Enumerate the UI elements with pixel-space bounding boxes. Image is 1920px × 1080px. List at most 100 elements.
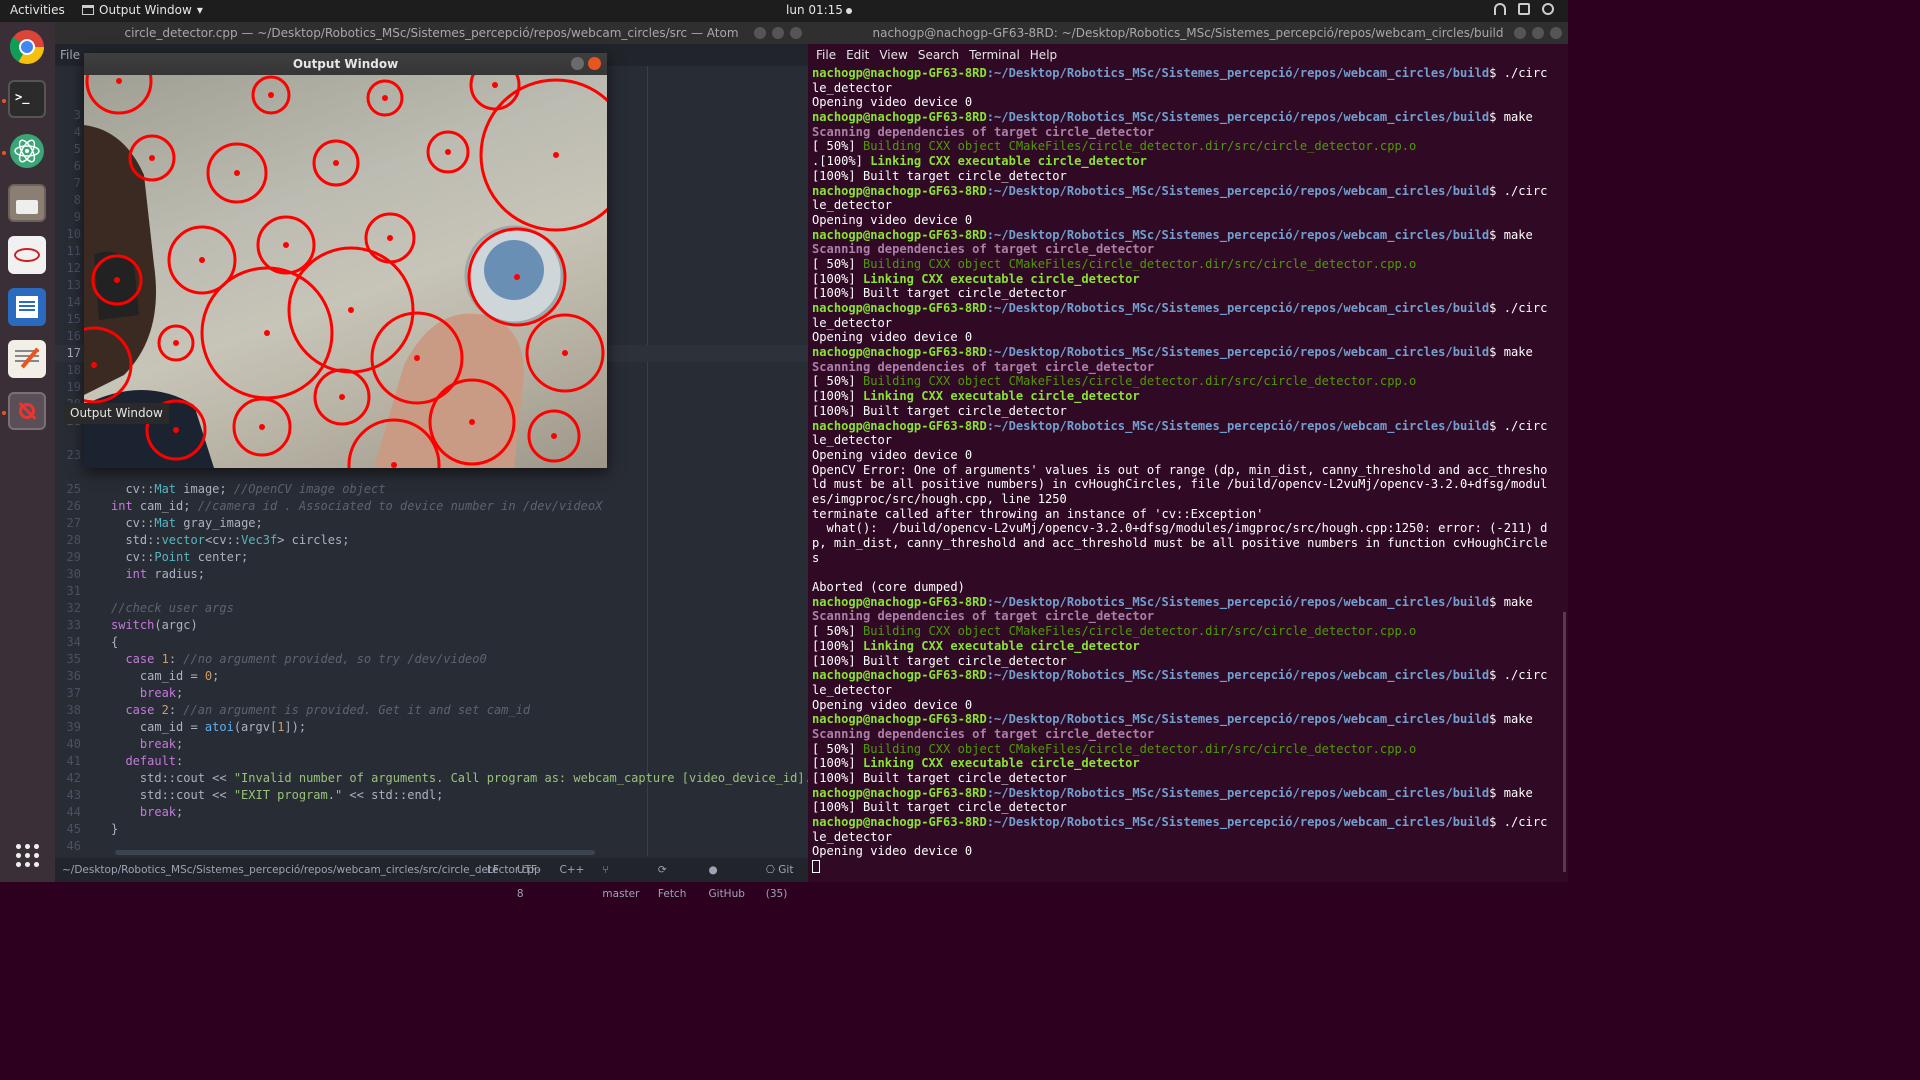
terminal-line: [100%] Built target circle_detector [812,771,1067,785]
terminal-line: nachogp@nachogp-GF63-8RD:~/Desktop/Robot… [812,345,1533,360]
code-line: 43 std::cout << "EXIT program." << std::… [66,788,444,802]
terminal-line: what(): /build/opencv-L2vuMj/opencv-3.2.… [812,521,1548,536]
branch-label: master [602,888,640,900]
terminal-line: es/imgproc/src/hough.cpp, line 1250 [812,491,1067,506]
terminal-line: Opening video device 0 [812,95,973,110]
code-line: 31 [66,584,81,598]
minimize-button[interactable] [1514,27,1526,39]
activities-button[interactable]: Activities [10,3,65,17]
code-line: 30 int radius; [66,567,205,581]
terminal-line: nachogp@nachogp-GF63-8RD:~/Desktop/Robot… [812,66,1548,80]
terminal-line: [100%] Linking CXX executable circle_det… [812,638,1140,653]
code-line: 26 int cam_id; //camera id . Associated t… [66,499,603,513]
terminal-line: [100%] Linking CXX executable circle_det… [812,389,1140,404]
code-line: 44 break; [66,805,184,819]
minimize-button[interactable] [754,27,766,39]
code-line: 37 break; [66,686,184,700]
terminal-line: Scanning dependencies of target circle_d… [812,726,1155,741]
terminal-line: terminate called after throwing an insta… [812,506,1264,521]
code-line: 28 std::vector<cv::Vec3f> circles; [66,533,350,547]
close-button[interactable] [588,57,601,70]
code-line: 35 case 1: //no argument provided, so tr… [66,652,487,666]
files-icon[interactable] [8,184,46,222]
terminal-title: nachogp@nachogp-GF63-8RD: ~/Desktop/Robo… [872,26,1504,40]
code-line: 33 switch(argc) [66,618,198,632]
clock[interactable]: lun 01:15 [786,3,852,17]
code-line: 29 cv::Point center; [66,550,249,564]
terminal-line: nachogp@nachogp-GF63-8RD:~/Desktop/Robot… [812,418,1548,433]
show-applications-icon[interactable] [14,842,40,868]
running-indicator [2,99,6,103]
fetch-label: Fetch [657,888,687,900]
github-button[interactable]: ● GitHub [709,858,748,906]
terminal-line: [100%] Built target circle_detector [812,403,1067,418]
terminal-line: Opening video device 0 [812,330,973,345]
running-indicator [2,411,6,415]
code-line: 39 cam_id = atoi(argv[1]); [66,720,307,734]
writer-icon[interactable] [8,288,46,326]
terminal-line: nachogp@nachogp-GF63-8RD:~/Desktop/Robot… [812,110,1533,125]
terminal-line: [100%] Linking CXX executable circle_det… [812,271,1140,286]
git-button[interactable]: ⎔ Git (35) [766,858,808,906]
window-controls [1514,27,1562,39]
terminal-line: nachogp@nachogp-GF63-8RD:~/Desktop/Robot… [812,183,1548,198]
line-ending-selector[interactable]: LF [487,858,499,906]
sync-icon: ⟳ [657,864,667,876]
grammar-selector[interactable]: C++ [559,858,584,906]
dock-tooltip: Output Window [64,403,169,424]
file-path[interactable]: ~/Desktop/Robotics_MSc/Sistemes_percepci… [62,858,541,882]
terminal-line: Opening video device 0 [812,697,973,712]
window-icon [82,5,94,15]
close-button[interactable] [790,27,802,39]
menu-edit[interactable]: Edit [846,44,869,66]
terminal-line: OpenCV Error: One of arguments' values i… [812,462,1548,477]
minimize-button[interactable] [571,57,584,70]
menu-help[interactable]: Help [1030,44,1057,66]
fetch-button[interactable]: ⟳ Fetch [658,858,691,906]
terminal-line: Scanning dependencies of target circle_d… [812,242,1155,257]
git-branch[interactable]: ⑂ master [602,858,639,906]
chrome-icon[interactable] [8,28,46,66]
terminal-titlebar[interactable]: nachogp@nachogp-GF63-8RD: ~/Desktop/Robo… [808,22,1568,44]
code-line: 25 cv::Mat image; //OpenCV image object [66,482,386,496]
lens-reflection [484,240,544,300]
app-menu[interactable]: Output Window ▾ [82,3,203,17]
terminal-line: [ 50%] Building CXX object CMakeFiles/ci… [812,741,1417,756]
maximize-button[interactable] [1532,27,1544,39]
menu-search[interactable]: Search [918,44,959,66]
evince-icon[interactable] [8,236,46,274]
terminal-icon[interactable]: >_ [8,80,46,118]
branch-icon: ⑂ [602,864,609,876]
window-controls [754,27,802,39]
code-line: 40 break; [66,737,184,751]
git-icon: ⎔ [765,864,779,876]
code-line: 38 case 2: //an argument is provided. Ge… [66,703,531,717]
horizontal-scrollbar[interactable] [115,850,595,855]
text-editor-icon[interactable] [8,340,46,378]
app-menu-label: Output Window [99,3,192,17]
menu-view[interactable]: View [879,44,907,66]
system-tray[interactable] [1494,3,1554,15]
terminal-output[interactable]: nachogp@nachogp-GF63-8RD:~/Desktop/Robot… [812,66,1560,874]
output-window-icon[interactable] [8,392,46,430]
output-window-title: Output Window [292,57,399,71]
terminal-line: [ 50%] Building CXX object CMakeFiles/ci… [812,139,1417,154]
close-button[interactable] [1550,27,1562,39]
terminal-scrollbar[interactable] [1563,612,1566,872]
menu-file[interactable]: File [60,48,80,62]
output-window-titlebar[interactable]: Output Window [84,53,607,75]
github-label: GitHub [708,888,745,900]
wifi-icon [1494,3,1506,15]
menu-file[interactable]: File [816,44,836,66]
terminal-line: .[100%] Linking CXX executable circle_de… [812,154,1147,169]
terminal-line [812,859,1560,874]
terminal-line: Aborted (core dumped) [812,580,965,595]
encoding-selector[interactable]: UTF-8 [517,858,542,906]
code-line: 45} [66,822,119,836]
menu-terminal[interactable]: Terminal [969,44,1020,66]
maximize-button[interactable] [772,27,784,39]
atom-icon[interactable] [8,132,46,170]
terminal-line: [100%] Built target circle_detector [812,653,1067,668]
terminal-line: [100%] Built target circle_detector [812,286,1067,301]
